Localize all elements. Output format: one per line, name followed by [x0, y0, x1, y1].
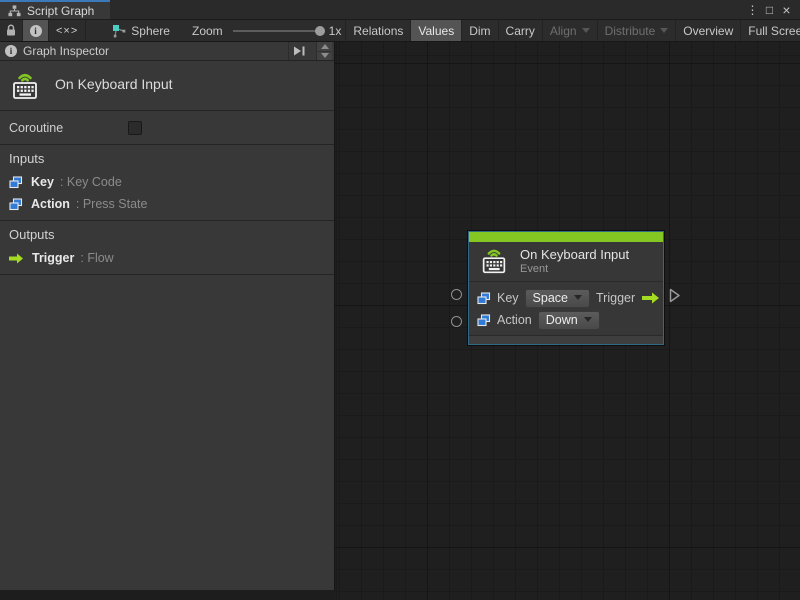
scroll-down-button[interactable]	[317, 50, 332, 60]
dropdown-caret-icon	[574, 295, 582, 300]
window-tab-bar: Script Graph ⋮ □ ×	[0, 0, 800, 20]
node-row-action: Action Down	[477, 309, 655, 331]
node-subtitle: Event	[520, 263, 549, 275]
code-icon: <×>	[56, 24, 79, 37]
selected-unit-header: On Keyboard Input	[0, 61, 334, 111]
chevron-down-icon	[320, 53, 329, 59]
node-title: On Keyboard Input	[520, 247, 630, 262]
trigger-output-port[interactable]: Trigger	[596, 291, 660, 305]
tab-script-graph[interactable]: Script Graph	[0, 0, 111, 19]
action-value-dropdown[interactable]: Down	[537, 310, 600, 330]
input-port-type: : Press State	[75, 197, 148, 211]
maximize-icon[interactable]: □	[761, 1, 778, 19]
node-event-colorbar	[469, 232, 663, 242]
input-port-name: Action	[31, 197, 70, 211]
selected-unit-title: On Keyboard Input	[55, 76, 173, 92]
dock-sidebar-icon	[294, 46, 305, 56]
node-header: On Keyboard Input Event	[469, 242, 663, 281]
inputs-header: Inputs	[9, 151, 45, 166]
scroll-up-button[interactable]	[317, 42, 332, 51]
outputs-section: Outputs Trigger : Flow	[0, 221, 334, 275]
input-port-row: Key : Key Code	[9, 171, 325, 193]
dropdown-caret-icon	[583, 317, 592, 322]
value-port-icon	[9, 197, 23, 211]
action-value: Down	[545, 312, 578, 327]
carry-button[interactable]: Carry	[499, 20, 543, 41]
input-port-row: Action : Press State	[9, 193, 325, 215]
graph-canvas[interactable]: On Keyboard Input Event Key Space Trigge…	[335, 42, 800, 600]
key-port-label: Key	[497, 291, 519, 305]
flow-arrow-icon	[642, 292, 660, 304]
code-view-button[interactable]: <×>	[49, 20, 87, 41]
close-icon[interactable]: ×	[778, 1, 795, 19]
inputs-section: Inputs Key : Key Code Action : Press Sta…	[0, 145, 334, 221]
chevron-up-icon	[320, 43, 329, 49]
align-dropdown[interactable]: Align	[543, 20, 598, 41]
distribute-dropdown[interactable]: Distribute	[598, 20, 677, 41]
trigger-label: Trigger	[596, 291, 636, 305]
window-menu-icon[interactable]: ⋮	[744, 1, 761, 19]
coroutine-label: Coroutine	[9, 120, 64, 135]
node-titles: On Keyboard Input Event	[520, 247, 629, 275]
outputs-header: Outputs	[9, 227, 55, 242]
info-icon: i	[29, 24, 42, 37]
distribute-label: Distribute	[604, 23, 656, 38]
key-input-port-connector[interactable]	[451, 289, 462, 300]
inspector-scroll-spinner	[316, 42, 332, 60]
full-screen-button[interactable]: Full Screen	[741, 20, 800, 41]
action-port-label: Action	[497, 313, 532, 327]
graph-inspector-header: i Graph Inspector	[0, 42, 334, 61]
graph-breadcrumb[interactable]: Sphere	[106, 20, 176, 41]
input-port-type: : Key Code	[59, 175, 122, 189]
dim-button[interactable]: Dim	[462, 20, 499, 41]
graph-inspector-title: Graph Inspector	[23, 44, 110, 58]
node-row-key: Key Space Trigger	[477, 287, 660, 309]
input-port-name: Key	[31, 175, 54, 189]
zoom-slider-thumb[interactable]	[314, 25, 325, 36]
trigger-port-connector[interactable]	[669, 288, 681, 303]
lock-button[interactable]	[0, 20, 23, 41]
toolbar-toggle-group: Relations Values Dim Carry Align Distrib…	[345, 20, 800, 41]
zoom-label: Zoom	[191, 23, 223, 38]
value-port-icon	[477, 291, 491, 305]
inspector-toggle-button[interactable]: i	[23, 20, 49, 41]
coroutine-row: Coroutine	[0, 111, 334, 145]
coroutine-checkbox[interactable]	[128, 120, 142, 135]
dock-sidebar-button[interactable]	[288, 42, 310, 60]
zoom-control: Zoom 1x	[188, 20, 345, 41]
zoom-value: 1x	[328, 23, 342, 38]
graph-name-label: Sphere	[131, 23, 170, 38]
output-port-name: Trigger	[32, 251, 75, 265]
value-port-icon	[477, 313, 491, 327]
chevron-down-icon	[581, 28, 590, 33]
key-value: Space	[532, 290, 568, 305]
action-input-port-connector[interactable]	[451, 316, 462, 327]
zoom-slider[interactable]	[232, 25, 325, 36]
flow-arrow-icon	[9, 253, 24, 264]
key-value-dropdown[interactable]: Space	[524, 288, 590, 308]
keyboard-input-icon	[8, 70, 42, 102]
values-button[interactable]: Values	[411, 20, 463, 41]
info-icon: i	[5, 45, 17, 57]
on-keyboard-input-node[interactable]: On Keyboard Input Event Key Space Trigge…	[468, 231, 664, 345]
graph-toolbar: i <×> Sphere Zoom 1x Relations Values Di…	[0, 20, 800, 42]
node-body: Key Space Trigger Action Down	[469, 281, 663, 335]
inspector-bottom-edge	[0, 590, 335, 600]
script-graph-asset-icon	[112, 24, 126, 38]
chevron-down-icon	[660, 28, 669, 33]
relations-button[interactable]: Relations	[346, 20, 412, 41]
overview-button[interactable]: Overview	[676, 20, 742, 41]
node-footer	[469, 335, 663, 344]
tab-title: Script Graph	[27, 3, 95, 18]
output-port-row: Trigger : Flow	[9, 247, 325, 269]
keyboard-input-icon	[478, 246, 510, 276]
value-port-icon	[9, 175, 23, 189]
graph-inspector-panel: i Graph Inspector On Keyboard Input Coro…	[0, 42, 335, 590]
output-port-type: : Flow	[80, 251, 114, 265]
lock-icon	[5, 24, 17, 37]
window-controls: ⋮ □ ×	[744, 0, 800, 19]
graph-hierarchy-icon	[8, 4, 21, 17]
align-label: Align	[549, 23, 577, 38]
